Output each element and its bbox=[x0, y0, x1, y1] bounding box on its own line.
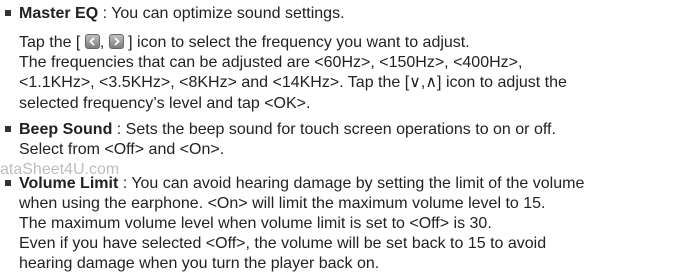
bullet-icon bbox=[5, 180, 11, 186]
volume-limit-line-2: when using the earphone. <On> will limit… bbox=[19, 195, 546, 212]
tap-pre-text: Tap the [ bbox=[19, 34, 85, 51]
master-eq-desc: : You can optimize sound settings. bbox=[98, 5, 345, 22]
freq-line-1: The frequencies that can be adjusted are… bbox=[19, 54, 523, 71]
volume-limit-term: Volume Limit bbox=[19, 175, 119, 192]
left-arrow-icon bbox=[84, 34, 100, 49]
master-eq-term: Master EQ bbox=[19, 5, 99, 22]
right-arrow-icon bbox=[108, 34, 124, 49]
beep-sound-desc: : Sets the beep sound for touch screen o… bbox=[112, 121, 556, 138]
master-eq-tap-line: Tap the [ , ] icon to select the frequen… bbox=[19, 33, 470, 53]
bullet-icon bbox=[5, 10, 11, 16]
beep-sound-heading: Beep Sound : Sets the beep sound for tou… bbox=[19, 120, 556, 140]
master-eq-heading: Master EQ : You can optimize sound setti… bbox=[19, 4, 345, 24]
tap-sep-text: , bbox=[99, 34, 109, 51]
volume-limit-desc: : You can avoid hearing damage by settin… bbox=[118, 175, 585, 192]
bullet-icon bbox=[5, 126, 11, 132]
freq-line-2: <1.1KHz>, <3.5KHz>, <8KHz> and <14KHz>. … bbox=[19, 74, 567, 91]
volume-limit-line-4: Even if you have selected <Off>, the vol… bbox=[19, 235, 547, 252]
freq-line-3: selected frequency’s level and tap <OK>. bbox=[19, 95, 311, 112]
volume-limit-heading: Volume Limit : You can avoid hearing dam… bbox=[19, 174, 584, 194]
tap-post-text: ] icon to select the frequency you want … bbox=[123, 34, 470, 51]
beep-sound-line-2: Select from <Off> and <On>. bbox=[19, 141, 225, 158]
volume-limit-line-5: hearing damage when you turn the player … bbox=[19, 255, 380, 272]
beep-sound-term: Beep Sound bbox=[19, 121, 113, 138]
volume-limit-line-3: The maximum volume level when volume lim… bbox=[19, 215, 492, 232]
